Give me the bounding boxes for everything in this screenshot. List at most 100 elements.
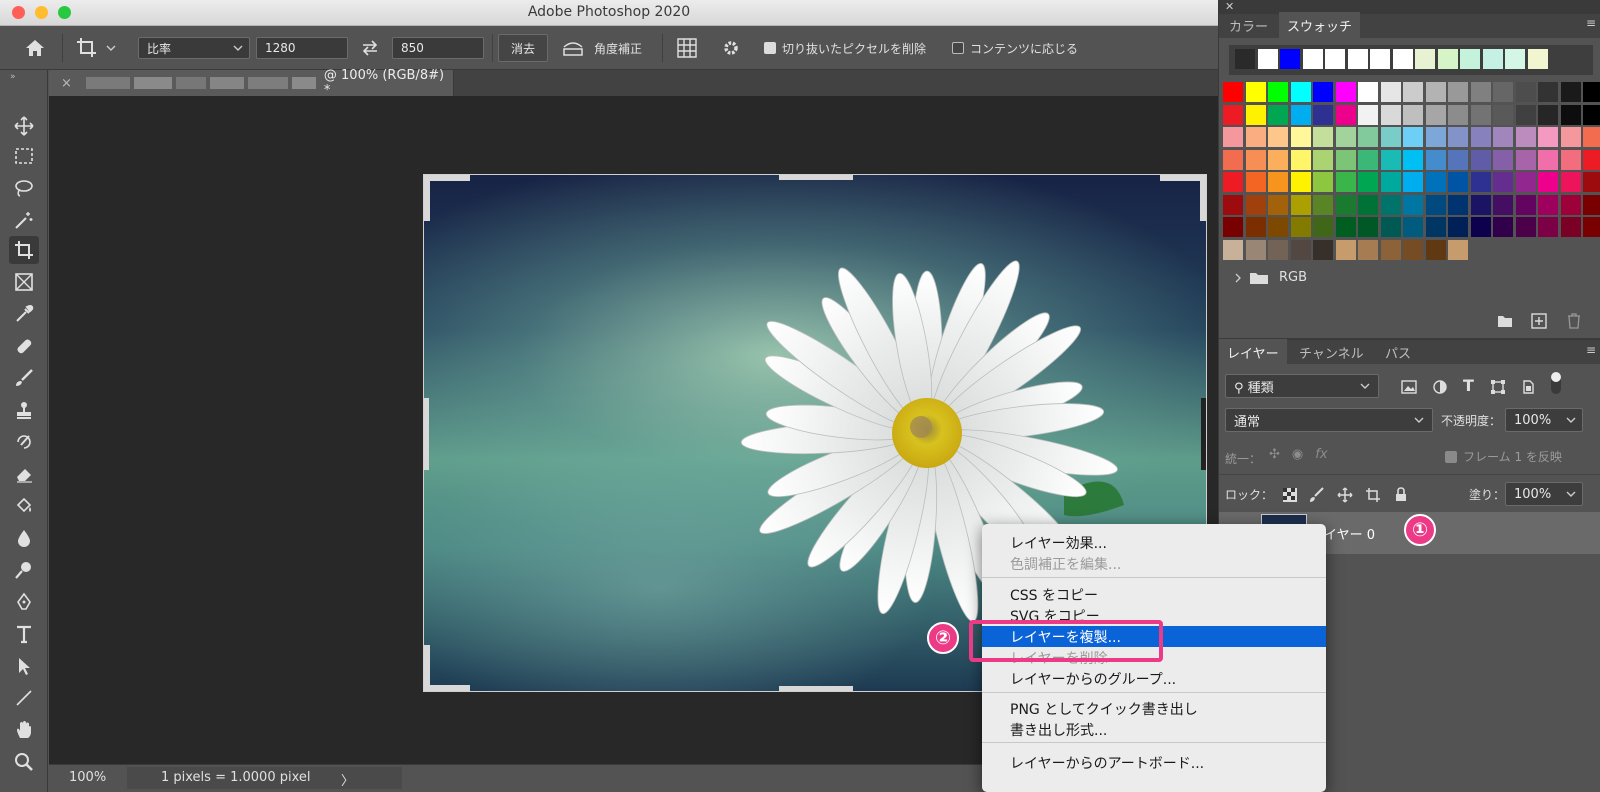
color-swatch[interactable] [1425, 172, 1446, 192]
recent-swatch[interactable] [1257, 49, 1278, 69]
propagate-frame-checkbox[interactable]: フレーム 1 を反映 [1445, 448, 1562, 465]
color-swatch[interactable] [1358, 82, 1378, 102]
color-swatch[interactable] [1245, 82, 1266, 102]
color-swatch[interactable] [1403, 127, 1423, 147]
color-swatch[interactable] [1335, 239, 1356, 260]
color-swatch[interactable] [1425, 239, 1446, 260]
color-swatch[interactable] [1358, 194, 1378, 215]
color-swatch[interactable] [1223, 194, 1243, 215]
color-swatch[interactable] [1268, 127, 1288, 147]
color-swatch[interactable] [1245, 239, 1266, 260]
color-swatch[interactable] [1268, 104, 1288, 125]
color-swatch[interactable] [1380, 104, 1401, 125]
type-tool-icon[interactable] [9, 620, 39, 648]
color-swatch[interactable] [1335, 149, 1356, 170]
blur-tool-icon[interactable] [9, 524, 39, 552]
color-swatch[interactable] [1515, 172, 1536, 192]
color-swatch[interactable] [1290, 239, 1311, 260]
color-swatch[interactable] [1560, 149, 1581, 170]
color-swatch[interactable] [1223, 172, 1243, 192]
color-swatch[interactable] [1560, 217, 1581, 237]
lock-transparent-icon[interactable] [1283, 488, 1297, 502]
move-tool-icon[interactable] [9, 112, 39, 140]
healing-brush-icon[interactable] [9, 332, 39, 360]
color-swatch[interactable] [1313, 127, 1333, 147]
color-swatch[interactable] [1380, 149, 1401, 170]
color-swatch[interactable] [1560, 194, 1581, 215]
color-swatch[interactable] [1470, 82, 1491, 102]
color-swatch[interactable] [1493, 172, 1513, 192]
color-swatch[interactable] [1560, 172, 1581, 192]
color-swatch[interactable] [1403, 149, 1423, 170]
color-swatch[interactable] [1425, 194, 1446, 215]
color-swatch[interactable] [1403, 194, 1423, 215]
tab-swatches[interactable]: スウォッチ [1279, 12, 1361, 38]
home-icon[interactable] [20, 26, 50, 70]
recent-swatch[interactable] [1392, 49, 1413, 69]
color-swatch[interactable] [1538, 217, 1558, 237]
tab-channels[interactable]: チャンネル [1291, 339, 1372, 365]
color-swatch[interactable] [1358, 217, 1378, 237]
lock-artboard-icon[interactable] [1365, 487, 1381, 503]
path-selection-icon[interactable] [9, 652, 39, 680]
color-swatch[interactable] [1583, 127, 1600, 147]
dodge-tool-icon[interactable] [9, 556, 39, 584]
document-info[interactable]: 1 pixels = 1.0000 pixel [161, 770, 311, 785]
recent-swatch[interactable] [1505, 49, 1525, 69]
color-swatch[interactable] [1268, 194, 1288, 215]
crop-ratio-select[interactable]: 比率 [138, 37, 250, 59]
color-swatch[interactable] [1538, 149, 1558, 170]
color-swatch[interactable] [1448, 172, 1468, 192]
menu-item[interactable]: 書き出し形式... [982, 719, 1326, 740]
color-swatch[interactable] [1515, 104, 1536, 125]
recent-swatch[interactable] [1370, 49, 1390, 69]
filter-toggle-switch[interactable] [1551, 372, 1561, 394]
color-swatch[interactable] [1560, 104, 1581, 125]
unify-position-icon[interactable]: ✣ [1269, 447, 1280, 462]
gear-icon[interactable] [716, 26, 746, 70]
color-swatch[interactable] [1268, 217, 1288, 237]
color-swatch[interactable] [1425, 217, 1446, 237]
color-swatch[interactable] [1538, 127, 1558, 147]
color-swatch[interactable] [1515, 149, 1536, 170]
adjustment-filter-icon[interactable] [1433, 380, 1447, 394]
color-swatch[interactable] [1493, 217, 1513, 237]
color-swatch[interactable] [1425, 82, 1446, 102]
crop-preset-icon[interactable] [76, 26, 120, 70]
menu-item[interactable]: レイヤー効果... [982, 532, 1326, 553]
color-swatch[interactable] [1560, 127, 1581, 147]
color-swatch[interactable] [1583, 194, 1600, 215]
color-swatch[interactable] [1245, 104, 1266, 125]
color-swatch[interactable] [1538, 172, 1558, 192]
recent-swatch[interactable] [1460, 49, 1480, 69]
recent-swatch[interactable] [1302, 49, 1323, 69]
color-swatch[interactable] [1583, 217, 1600, 237]
color-swatch[interactable] [1425, 104, 1446, 125]
color-swatch[interactable] [1245, 127, 1266, 147]
hand-tool-icon[interactable] [9, 716, 39, 744]
color-swatch[interactable] [1583, 104, 1600, 125]
trash-icon[interactable] [1567, 313, 1581, 329]
color-swatch[interactable] [1313, 149, 1333, 170]
color-swatch[interactable] [1358, 239, 1378, 260]
color-swatch[interactable] [1470, 172, 1491, 192]
color-swatch[interactable] [1493, 82, 1513, 102]
zoom-level[interactable]: 100% [69, 770, 106, 785]
color-swatch[interactable] [1380, 194, 1401, 215]
color-swatch[interactable] [1358, 172, 1378, 192]
fill-field[interactable]: 100% [1505, 482, 1583, 506]
color-swatch[interactable] [1515, 217, 1536, 237]
color-swatch[interactable] [1245, 172, 1266, 192]
color-swatch[interactable] [1403, 239, 1423, 260]
color-swatch[interactable] [1335, 217, 1356, 237]
color-swatch[interactable] [1290, 82, 1311, 102]
color-swatch[interactable] [1380, 239, 1401, 260]
recent-swatch[interactable] [1325, 49, 1345, 69]
color-swatch[interactable] [1470, 217, 1491, 237]
unify-style-icon[interactable]: fx [1315, 447, 1327, 462]
color-swatch[interactable] [1470, 194, 1491, 215]
color-swatch[interactable] [1268, 172, 1288, 192]
color-swatch[interactable] [1448, 104, 1468, 125]
menu-item[interactable]: レイヤーからのアートボード... [982, 752, 1326, 773]
color-swatch[interactable] [1245, 149, 1266, 170]
